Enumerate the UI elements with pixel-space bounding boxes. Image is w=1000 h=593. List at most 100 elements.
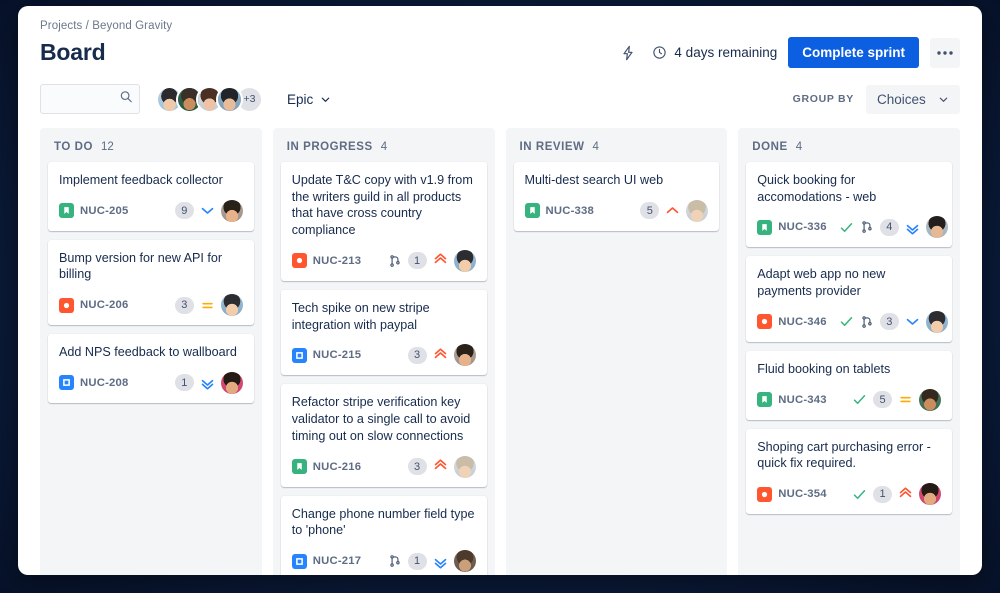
assignee-avatar[interactable] — [453, 550, 476, 573]
story-point-estimate[interactable]: 1 — [174, 374, 194, 392]
issue-card-footer: NUC-338 5 — [524, 199, 709, 222]
priority-medium-icon — [200, 298, 215, 313]
issue-title: Tech spike on new stripe integration wit… — [291, 300, 430, 332]
issue-key[interactable]: NUC-213 — [313, 255, 362, 267]
story-point-estimate[interactable]: 4 — [879, 218, 899, 236]
search-box[interactable] — [40, 84, 140, 114]
board-columns: TO DO 12 Implement feedback collector NUC-2… — [18, 128, 982, 575]
issue-key[interactable]: NUC-206 — [80, 299, 129, 311]
story-point-estimate[interactable]: 1 — [873, 485, 892, 503]
story-point-estimate[interactable]: 3 — [407, 346, 427, 364]
issue-card[interactable]: Quick booking for accomodations - web NUC… — [746, 162, 952, 248]
assignee-avatar[interactable] — [919, 388, 941, 411]
breadcrumb[interactable]: Projects / Beyond Gravity — [40, 20, 960, 32]
issue-key[interactable]: NUC-338 — [546, 205, 595, 217]
bug-type-icon — [291, 253, 307, 269]
assignee-avatar[interactable] — [220, 294, 243, 317]
done-check-icon — [852, 487, 867, 502]
branch-icon[interactable] — [388, 554, 402, 568]
issue-card-footer: NUC-216 3 — [291, 455, 476, 478]
done-check-icon — [839, 314, 854, 329]
more-options-button[interactable] — [930, 37, 960, 68]
issue-card-footer: NUC-346 3 — [757, 310, 948, 333]
issue-card[interactable]: Refactor stripe verification key validat… — [280, 384, 487, 487]
column-name: DONE — [752, 141, 788, 153]
assignee-avatar[interactable] — [220, 199, 243, 222]
issue-card[interactable]: Shoping cart purchasing error - quick fi… — [746, 428, 952, 515]
issue-card[interactable]: Add NPS feedback to wallboard NUC-208 1 — [48, 334, 254, 403]
issue-card-footer: NUC-213 1 — [291, 249, 476, 272]
column-header: DONE 4 — [746, 137, 952, 162]
story-point-estimate[interactable]: 9 — [174, 202, 194, 220]
issue-card[interactable]: Tech spike on new stripe integration wit… — [280, 289, 487, 376]
priority-highest-icon — [433, 348, 448, 363]
story-point-estimate[interactable]: 5 — [873, 391, 892, 409]
complete-sprint-button[interactable]: Complete sprint — [788, 37, 919, 68]
column-name: IN PROGRESS — [286, 141, 373, 153]
issue-key[interactable]: NUC-215 — [313, 349, 362, 361]
column-count: 4 — [795, 141, 803, 153]
bug-type-icon — [757, 314, 773, 330]
story-type-icon — [757, 219, 773, 235]
story-type-icon — [757, 392, 773, 408]
issue-card[interactable]: Change phone number field type to 'phone… — [280, 495, 487, 575]
assignee-avatar[interactable] — [453, 344, 476, 367]
priority-low-icon — [905, 314, 920, 329]
page-title: Board — [40, 39, 106, 65]
clock-icon — [652, 45, 667, 60]
board-column: DONE 4 Quick booking for accomodations - w… — [738, 128, 960, 575]
chevron-down-icon — [938, 94, 949, 105]
issue-card-footer: NUC-217 1 — [291, 550, 476, 573]
lightning-icon[interactable] — [615, 40, 641, 66]
story-type-icon — [291, 459, 307, 475]
branch-icon[interactable] — [860, 220, 874, 234]
issue-card-footer: NUC-206 3 — [59, 294, 243, 317]
assignee-avatar[interactable] — [220, 371, 243, 394]
issue-key[interactable]: NUC-216 — [313, 461, 362, 473]
story-point-estimate[interactable]: 5 — [640, 202, 660, 220]
assignee-avatar[interactable] — [925, 310, 948, 333]
issue-title: Refactor stripe verification key validat… — [291, 395, 471, 443]
search-input[interactable] — [40, 84, 140, 114]
priority-highest-icon — [898, 487, 913, 502]
card-list: Implement feedback collector NUC-205 9 Bump… — [48, 162, 254, 403]
story-type-icon — [524, 203, 540, 219]
avatar[interactable] — [216, 85, 243, 113]
column-name: IN REVIEW — [519, 141, 585, 153]
card-list: Multi-dest search UI web NUC-338 5 — [513, 162, 720, 231]
issue-card[interactable]: Fluid booking on tablets NUC-343 5 — [746, 350, 952, 420]
issue-card[interactable]: Update T&C copy with v1.9 from the write… — [280, 162, 487, 281]
task-type-icon — [291, 347, 307, 363]
column-count: 12 — [100, 141, 114, 153]
issue-key[interactable]: NUC-343 — [778, 394, 827, 406]
story-point-estimate[interactable]: 3 — [879, 313, 899, 331]
epic-filter-dropdown[interactable]: Epic — [279, 87, 339, 112]
assignee-avatar[interactable] — [686, 199, 709, 222]
issue-key[interactable]: NUC-205 — [80, 205, 129, 217]
issue-key[interactable]: NUC-354 — [778, 488, 827, 500]
issue-card-footer: NUC-336 4 — [757, 216, 948, 239]
issue-title: Multi-dest search UI web — [524, 173, 664, 187]
branch-icon[interactable] — [860, 315, 874, 329]
issue-card[interactable]: Implement feedback collector NUC-205 9 — [48, 162, 254, 231]
story-point-estimate[interactable]: 3 — [174, 296, 194, 314]
issue-card[interactable]: Adapt web app no new payments provider NU… — [746, 256, 952, 342]
group-by-dropdown[interactable]: Choices — [866, 84, 960, 114]
assignee-avatar[interactable] — [919, 483, 941, 506]
issue-card[interactable]: Bump version for new API for billing NUC-… — [48, 239, 254, 326]
story-point-estimate[interactable]: 3 — [407, 458, 427, 476]
story-point-estimate[interactable]: 1 — [407, 252, 427, 270]
issue-key[interactable]: NUC-346 — [778, 316, 827, 328]
issue-title: Shoping cart purchasing error - quick fi… — [757, 439, 931, 471]
assignee-avatar[interactable] — [925, 216, 948, 239]
assignee-avatar[interactable] — [453, 249, 476, 272]
assignee-avatar-group[interactable]: +3 — [156, 85, 263, 113]
issue-key[interactable]: NUC-217 — [313, 555, 362, 567]
assignee-avatar[interactable] — [453, 455, 476, 478]
issue-card[interactable]: Multi-dest search UI web NUC-338 5 — [513, 162, 720, 231]
story-point-estimate[interactable]: 1 — [407, 552, 427, 570]
issue-key[interactable]: NUC-208 — [80, 377, 129, 389]
branch-icon[interactable] — [388, 254, 402, 268]
issue-key[interactable]: NUC-336 — [778, 221, 827, 233]
card-list: Update T&C copy with v1.9 from the write… — [280, 162, 487, 575]
